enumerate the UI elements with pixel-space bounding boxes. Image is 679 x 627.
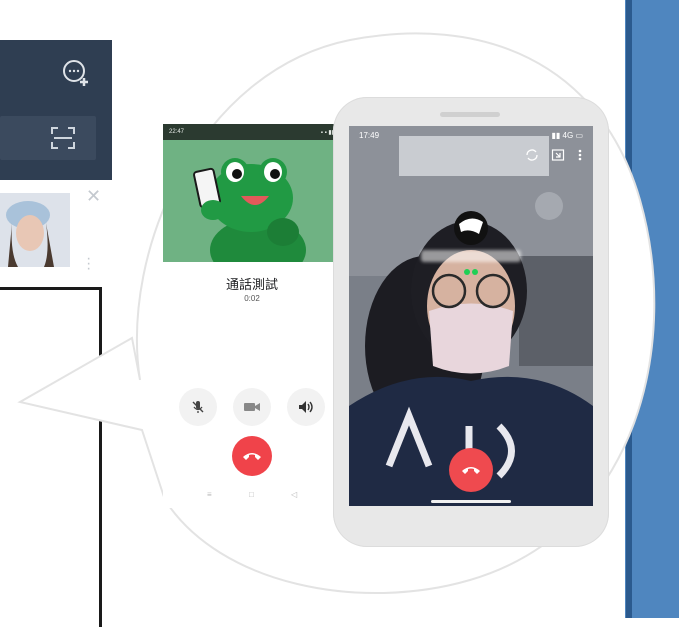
iphone-status-bar: 17:49 ▮▮ 4G ▭ [349, 126, 593, 144]
more-icon[interactable] [577, 148, 583, 162]
speaker-button[interactable] [287, 388, 325, 426]
call-duration: 0:02 [244, 294, 260, 303]
iphone-network: ▮▮ 4G ▭ [551, 131, 583, 140]
menu-icon[interactable]: ≡ [207, 490, 212, 499]
frog-sticker-illustration [163, 140, 341, 262]
end-video-call-button[interactable] [449, 448, 493, 492]
back-icon[interactable]: ◁ [291, 490, 297, 499]
contact-name: 通話測試 [225, 277, 278, 292]
blurred-username [421, 250, 521, 262]
network-type: 4G [562, 130, 574, 140]
mute-button[interactable] [179, 388, 217, 426]
video-icon [244, 403, 260, 411]
minimize-icon[interactable] [551, 148, 565, 162]
video-button[interactable] [233, 388, 271, 426]
speaker-icon [299, 401, 313, 413]
iphone-status-time: 17:49 [359, 130, 380, 140]
mute-mic-icon [192, 401, 204, 413]
end-call-button[interactable] [232, 436, 272, 476]
android-call-screen: 22:47 ▪ ▪ ▮▮ 通話測試 0:02 ≡ □ ◁ [163, 124, 341, 508]
home-indicator [431, 500, 511, 503]
signal-icon: ▮▮ [551, 130, 561, 140]
android-status-time: 22:47 [169, 129, 185, 135]
iphone-video-call-screen: 17:49 ▮▮ 4G ▭ [349, 126, 593, 506]
hang-up-icon [462, 467, 480, 474]
call-header-icons [525, 148, 583, 162]
battery-icon: ▭ [575, 130, 583, 140]
hang-up-icon [243, 453, 261, 460]
home-icon[interactable]: □ [249, 490, 254, 499]
iphone-speaker [440, 112, 500, 117]
android-status-bar: 22:47 ▪ ▪ ▮▮ [163, 124, 341, 140]
switch-camera-icon[interactable] [525, 148, 539, 162]
